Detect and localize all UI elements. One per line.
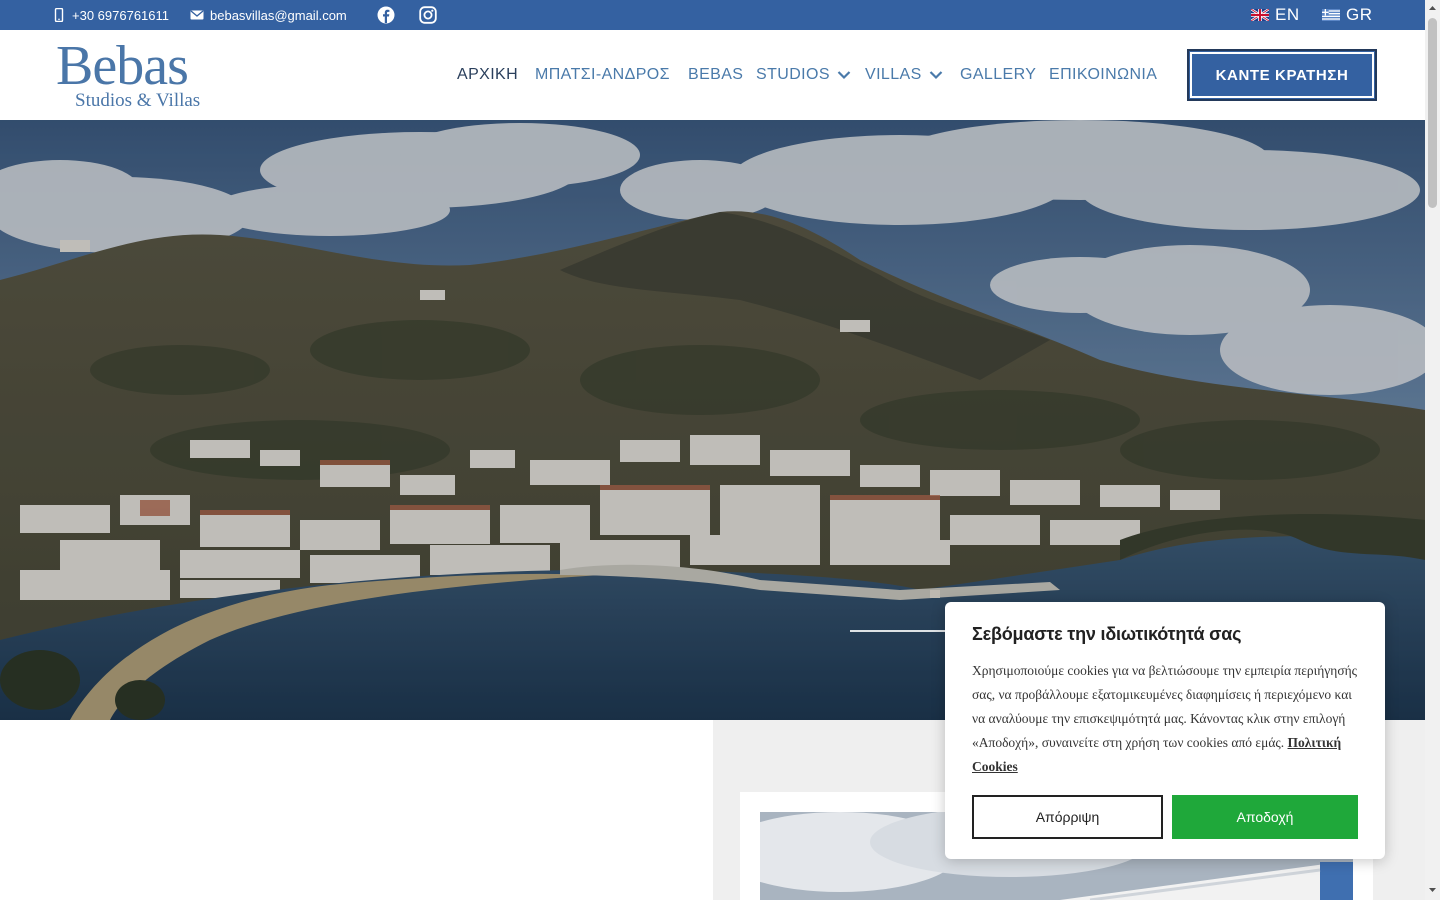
instagram-icon [419,6,437,24]
phone-number[interactable]: +30 6976761611 [72,8,169,23]
accept-cookies-button[interactable]: Αποδοχή [1172,795,1358,839]
language-gr-label[interactable]: GR [1346,5,1373,25]
nav-item-label: BEBAS [688,66,744,83]
cookie-title: Σεβόμαστε την ιδιωτικότητά σας [972,624,1242,644]
language-en-label[interactable]: EN [1275,5,1300,25]
chevron-down-icon [837,71,851,80]
site-header: Bebas Studios & Villas ΑΡΧΙΚΗ ΜΠΑΤΣΙ-ΑΝΔ… [0,30,1425,120]
language-en[interactable]: EN [1251,0,1300,30]
scroll-up-arrow-icon[interactable] [1428,4,1437,12]
nav-item-villas[interactable]: VILLAS [865,30,943,120]
logo-subtitle: Studios & Villas [75,90,201,111]
nav-item-studios[interactable]: STUDIOS [756,30,851,120]
uk-flag-icon [1251,9,1269,21]
email-address[interactable]: bebasvillas@gmail.com [210,8,347,23]
top-contact-bar: +30 6976761611 bebasvillas@gmail.com EN … [0,0,1425,30]
site-logo[interactable]: Bebas Studios & Villas [56,35,226,112]
reject-cookies-button[interactable]: Απόρριψη [972,795,1163,839]
nav-item-batsi-andros[interactable]: ΜΠΑΤΣΙ-ΑΝΔΡΟΣ [535,30,670,120]
nav-item-home[interactable]: ΑΡΧΙΚΗ [457,30,518,120]
cookie-text: Χρησιμοποιούμε cookies για να βελτιώσουμ… [972,659,1362,779]
nav-item-label: STUDIOS [756,66,830,83]
facebook-icon [377,6,395,24]
nav-item-label: ΜΠΑΤΣΙ-ΑΝΔΡΟΣ [535,66,670,83]
nav-item-label: GALLERY [960,66,1037,83]
nav-item-label: ΑΡΧΙΚΗ [457,66,519,83]
email-contact[interactable]: bebasvillas@gmail.com [190,0,347,30]
language-gr[interactable]: GR [1322,0,1373,30]
greece-flag-icon [1322,9,1340,21]
nav-item-contact[interactable]: ΕΠΙΚΟΙΝΩΝΙΑ [1049,30,1157,120]
content-left-area [0,720,713,900]
book-now-button[interactable]: ΚΑΝΤΕ ΚΡΑΤΗΣΗ [1187,49,1377,101]
chevron-down-icon [929,71,942,80]
page-scrollbar[interactable] [1425,0,1440,900]
cookie-consent-dialog: Σεβόμαστε την ιδιωτικότητά σας Χρησιμοπο… [945,602,1385,859]
nav-item-bebas[interactable]: BEBAS [688,30,743,120]
nav-item-gallery[interactable]: GALLERY [960,30,1036,120]
mobile-phone-icon [54,8,64,22]
envelope-icon [190,10,204,20]
nav-item-label: VILLAS [865,66,922,83]
scroll-down-arrow-icon[interactable] [1428,886,1437,894]
facebook-link[interactable] [377,0,395,30]
scrollbar-thumb[interactable] [1428,18,1437,208]
instagram-link[interactable] [419,0,437,30]
phone-contact[interactable]: +30 6976761611 [52,0,169,30]
nav-item-label: ΕΠΙΚΟΙΝΩΝΙΑ [1049,66,1158,83]
